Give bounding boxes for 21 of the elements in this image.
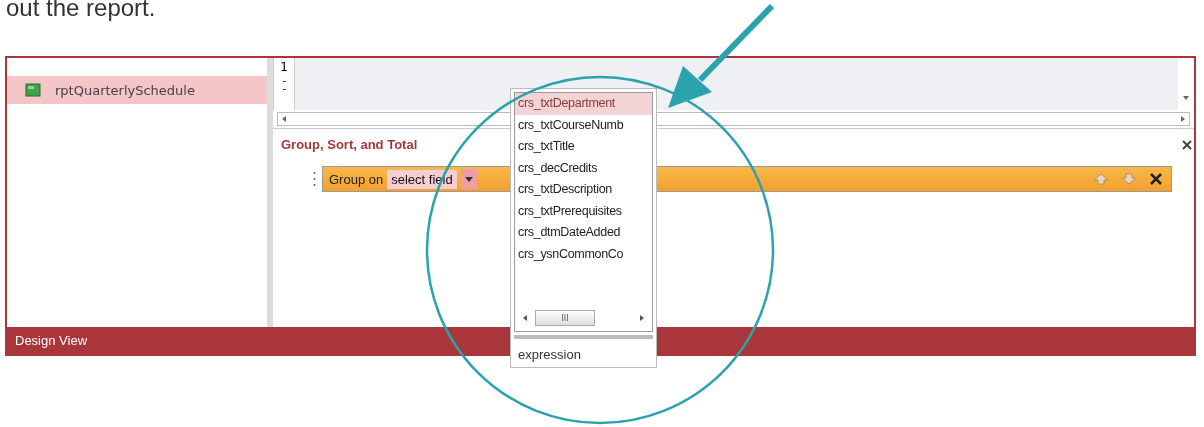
delete-icon[interactable]	[1149, 172, 1163, 186]
group-label: Group on	[329, 171, 384, 187]
field-option[interactable]: crs_txtCourseNumb	[515, 114, 652, 136]
status-text: Design View	[15, 333, 88, 348]
scroll-thumb[interactable]: III	[535, 310, 595, 326]
field-option[interactable]: crs_txtTitle	[515, 136, 652, 158]
caret-icon	[464, 176, 473, 182]
dropdown-button[interactable]	[460, 169, 477, 189]
field-option[interactable]: crs_txtDepartment	[515, 93, 652, 115]
field-option[interactable]: crs_decCredits	[515, 157, 652, 179]
field-option[interactable]: crs_dtmDateAdded	[515, 222, 652, 244]
grip-icon[interactable]	[313, 170, 316, 188]
vertical-ruler: 1	[273, 58, 295, 110]
field-option[interactable]: crs_ysnCommonCo	[515, 243, 652, 265]
section-title: Group, Sort, and Total	[281, 137, 418, 152]
field-option[interactable]: crs_txtDescription	[515, 179, 652, 201]
field-option[interactable]: crs_txtPrerequisites	[515, 200, 652, 222]
report-item[interactable]: rptQuarterlySchedule	[7, 76, 267, 104]
report-icon	[25, 83, 41, 97]
close-icon[interactable]	[1182, 139, 1192, 150]
expression-option[interactable]: expression	[514, 339, 653, 364]
